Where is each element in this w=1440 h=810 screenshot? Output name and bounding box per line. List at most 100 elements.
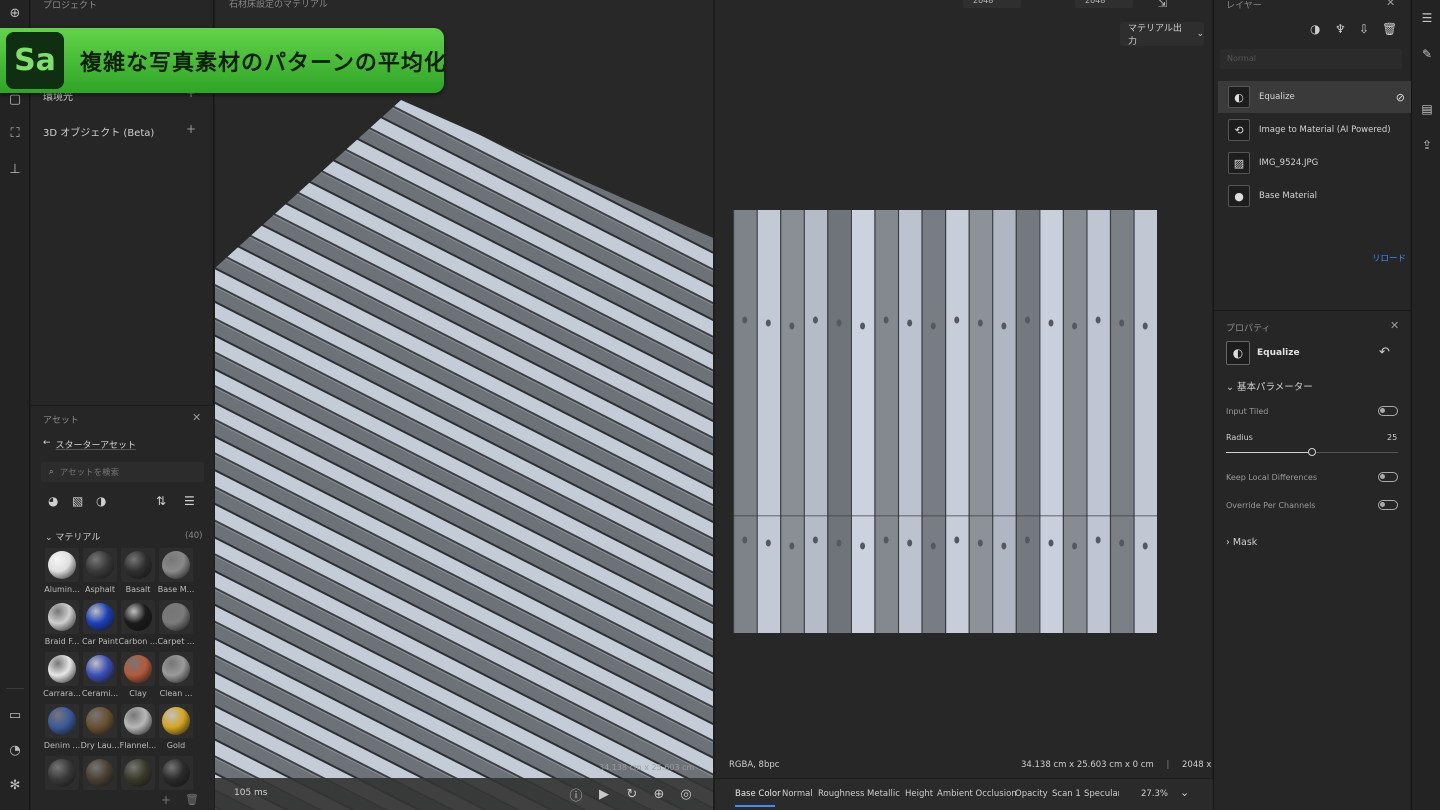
- height-field[interactable]: 2048: [1075, 0, 1133, 8]
- globe-icon[interactable]: ⊕: [649, 784, 669, 804]
- trash-icon[interactable]: 🗑: [185, 793, 199, 806]
- reset-view-icon[interactable]: ◎: [676, 784, 696, 804]
- material-thumbnail: [83, 756, 117, 790]
- material-tile[interactable]: [119, 756, 157, 806]
- add-filter-icon[interactable]: ♆: [1335, 22, 1346, 36]
- dimension-overlay: 34.138 cm x 25.603 cm: [599, 763, 695, 772]
- close-assets-icon[interactable]: ✕: [192, 411, 201, 424]
- back-link[interactable]: ← スターターアセット: [43, 438, 136, 451]
- mask-label: Mask: [1232, 537, 1258, 548]
- layer-row[interactable]: ▨ IMG_9524.JPG: [1218, 147, 1411, 179]
- material-tile[interactable]: Alumin...: [43, 548, 81, 598]
- material-tile[interactable]: Basalt: [119, 548, 157, 598]
- keep-local-toggle[interactable]: [1378, 472, 1398, 482]
- add-asset-icon[interactable]: +: [161, 793, 171, 807]
- material-tile[interactable]: Clean ...: [157, 652, 195, 702]
- material-tile[interactable]: Carbon ...: [119, 600, 158, 650]
- chevron-down-icon[interactable]: ⌄: [1180, 786, 1189, 799]
- material-tile[interactable]: Carpet ...: [157, 600, 195, 650]
- assets-panel: アセット ✕ ← スターターアセット ⌕ アセットを検索 ◕ ▧ ◑ ⇅ ☰ ⌄…: [31, 405, 214, 810]
- tab-base-color[interactable]: Base Color: [735, 789, 781, 799]
- materials-section-label: マテリアル: [55, 533, 101, 543]
- layer-row[interactable]: ◐ Equalize ⊘: [1218, 81, 1411, 113]
- material-tile[interactable]: Clay: [119, 652, 157, 702]
- viewport-2d[interactable]: 2048 2048 ⇲ マテリアル出力 ⌄ RGBA, 8bpc 34.138 …: [714, 0, 1236, 810]
- material-label: Gold: [166, 741, 186, 750]
- blend-mode-select[interactable]: Normal: [1220, 49, 1402, 69]
- tab-opacity[interactable]: Opacity: [1015, 789, 1048, 799]
- info-icon[interactable]: ⓘ: [566, 784, 586, 804]
- sphere-icon: [48, 759, 76, 787]
- tab-ambient-occlusion[interactable]: Ambient Occlusion: [937, 789, 1017, 799]
- materials-section[interactable]: ⌄ マテリアル: [45, 530, 100, 543]
- brush-icon[interactable]: ✎: [1417, 44, 1437, 64]
- sort-icon[interactable]: ⇅: [156, 494, 166, 508]
- close-layers-icon[interactable]: ✕: [1386, 0, 1395, 9]
- material-output-dropdown[interactable]: マテリアル出力 ⌄: [1120, 22, 1204, 47]
- material-tile[interactable]: Flannel...: [119, 704, 157, 754]
- sliders-icon[interactable]: ☰: [1417, 8, 1437, 28]
- palette-icon[interactable]: ◔: [4, 739, 26, 761]
- light-filter-icon[interactable]: ◑: [96, 494, 106, 508]
- visibility-icon[interactable]: ⊘: [1396, 91, 1405, 104]
- crop-icon[interactable]: ⛶: [4, 122, 26, 144]
- document-icon[interactable]: ▤: [1417, 99, 1437, 119]
- image-filter-icon[interactable]: ▧: [72, 494, 83, 508]
- material-tile[interactable]: Car Paint: [81, 600, 119, 650]
- radius-value[interactable]: 25: [1387, 433, 1397, 442]
- material-tile[interactable]: Carrara...: [43, 652, 81, 702]
- basic-params-section[interactable]: ⌄ 基本パラメーター: [1226, 379, 1313, 393]
- export-icon[interactable]: ⇲: [1158, 0, 1167, 10]
- viewport-3d[interactable]: 石材床設定のマテリアル 34.138 cm x 25.603 cm 105 ms…: [215, 0, 713, 810]
- radius-slider-handle[interactable]: [1308, 448, 1316, 456]
- object3d-label: 3D オブジェクト (Beta): [43, 128, 155, 139]
- tab-specular[interactable]: Specular: [1084, 789, 1119, 799]
- settings-icon[interactable]: ✻: [4, 774, 26, 796]
- material-tile[interactable]: Denim ...: [43, 704, 81, 754]
- close-properties-icon[interactable]: ✕: [1390, 319, 1399, 332]
- mask-section[interactable]: › Mask: [1226, 537, 1257, 548]
- material-tile[interactable]: Base M...: [157, 548, 195, 598]
- screen-icon[interactable]: ▭: [4, 704, 26, 726]
- override-toggle[interactable]: [1378, 500, 1398, 510]
- reload-link[interactable]: リロード: [1372, 252, 1406, 264]
- rotate-icon[interactable]: ↻: [622, 784, 642, 804]
- material-label: Alumin...: [44, 585, 80, 594]
- add-icon[interactable]: ⊕: [4, 2, 26, 24]
- tab-metallic[interactable]: Metallic: [867, 789, 900, 799]
- material-thumbnail: [121, 652, 155, 686]
- layer-row[interactable]: ● Base Material: [1218, 180, 1411, 212]
- input-tiled-toggle[interactable]: [1378, 406, 1398, 416]
- material-tile[interactable]: [43, 756, 81, 806]
- list-view-icon[interactable]: ☰: [184, 494, 195, 508]
- chevron-down-icon: ⌄: [45, 533, 53, 543]
- material-tile[interactable]: Dry Lau...: [81, 704, 119, 754]
- material-thumbnail: [121, 600, 155, 634]
- add-fill-icon[interactable]: ◑: [1310, 22, 1320, 36]
- camera-icon[interactable]: ▶: [594, 784, 614, 804]
- tab-normal[interactable]: Normal: [782, 789, 813, 799]
- add-object3d-button[interactable]: +: [186, 122, 196, 136]
- tab-scan1[interactable]: Scan 1: [1052, 789, 1081, 799]
- import-icon[interactable]: ⇩: [1359, 22, 1369, 36]
- material-tile[interactable]: Gold: [157, 704, 195, 754]
- layer-row[interactable]: ⟲ Image to Material (AI Powered): [1218, 114, 1411, 146]
- material-label: Car Paint: [81, 637, 119, 646]
- material-tile[interactable]: [81, 756, 119, 806]
- tab-roughness[interactable]: Roughness: [818, 789, 864, 799]
- layer-name: IMG_9524.JPG: [1259, 158, 1319, 168]
- share-icon[interactable]: ⇪: [1417, 135, 1437, 155]
- stamp-icon[interactable]: ⊥: [4, 158, 26, 180]
- zoom-level[interactable]: 27.3%: [1141, 789, 1168, 799]
- trash-icon[interactable]: 🗑: [1382, 22, 1397, 36]
- asset-search-input[interactable]: ⌕ アセットを検索: [41, 462, 204, 482]
- tab-height[interactable]: Height: [905, 789, 933, 799]
- search-placeholder: アセットを検索: [59, 468, 120, 478]
- material-tile[interactable]: Braid F...: [43, 600, 81, 650]
- reset-icon[interactable]: ↶: [1379, 345, 1390, 360]
- material-thumbnail: [159, 600, 193, 634]
- material-tile[interactable]: Asphalt: [81, 548, 119, 598]
- width-field[interactable]: 2048: [963, 0, 1021, 8]
- material-filter-icon[interactable]: ◕: [48, 494, 58, 508]
- material-tile[interactable]: Cerami...: [81, 652, 119, 702]
